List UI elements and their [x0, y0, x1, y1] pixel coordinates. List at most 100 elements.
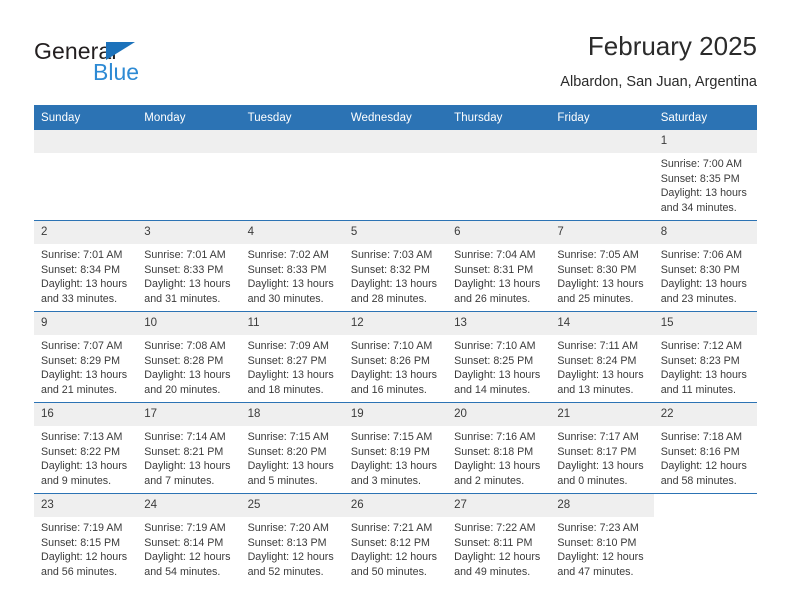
day-number: [550, 130, 654, 153]
day-cell-inner: 20 Sunrise: 7:16 AM Sunset: 8:18 PM Dayligh…: [447, 403, 551, 493]
daylight-duration-line1: Daylight: 13 hours: [41, 460, 128, 473]
day-cell-inner: 13 Sunrise: 7:10 AM Sunset: 8:25 PM Dayligh…: [447, 312, 551, 402]
sunrise-time: Sunrise: 7:10 AM: [454, 340, 536, 352]
calendar-page: General Blue February 2025 Albardon, San…: [0, 0, 792, 612]
calendar-day-cell[interactable]: 27 Sunrise: 7:22 AM Sunset: 8:11 PM Dayligh…: [447, 493, 551, 584]
daylight-duration-line1: Daylight: 12 hours: [350, 551, 437, 564]
sunrise-time: Sunrise: 7:05 AM: [557, 249, 639, 261]
day-cell-inner: 11 Sunrise: 7:09 AM Sunset: 8:27 PM Dayligh…: [240, 312, 344, 402]
sunset-time: Sunset: 8:22 PM: [41, 445, 121, 458]
calendar-day-cell[interactable]: 24 Sunrise: 7:19 AM Sunset: 8:14 PM Dayligh…: [137, 493, 241, 584]
calendar-day-cell[interactable]: 22 Sunrise: 7:18 AM Sunset: 8:16 PM Dayligh…: [653, 402, 757, 494]
day-number: 21: [550, 403, 654, 426]
calendar-day-cell[interactable]: 1 Sunrise: 7:00 AM Sunset: 8:35 PM Daylight…: [653, 130, 757, 221]
day-sun-info: Sunrise: 7:21 AM Sunset: 8:12 PM Daylight:…: [344, 517, 447, 579]
day-number: 10: [137, 312, 241, 335]
calendar-day-cell[interactable]: 13 Sunrise: 7:10 AM Sunset: 8:25 PM Dayligh…: [447, 311, 551, 403]
day-number: 12: [343, 312, 448, 335]
sunrise-time: Sunrise: 7:20 AM: [247, 522, 329, 534]
calendar-day-cell[interactable]: 9 Sunrise: 7:07 AM Sunset: 8:29 PM Daylight…: [34, 311, 138, 403]
calendar-day-cell[interactable]: 21 Sunrise: 7:17 AM Sunset: 8:17 PM Dayligh…: [550, 402, 654, 494]
calendar-day-cell[interactable]: 4 Sunrise: 7:02 AM Sunset: 8:33 PM Daylight…: [240, 220, 344, 312]
day-number: 27: [447, 494, 551, 517]
day-number: 23: [34, 494, 138, 517]
calendar-day-cell[interactable]: 18 Sunrise: 7:15 AM Sunset: 8:20 PM Dayligh…: [240, 402, 344, 494]
calendar-header-row: Sunday Monday Tuesday Wednesday Thursday…: [34, 105, 757, 130]
calendar-day-cell: [653, 493, 757, 584]
calendar-table: Sunday Monday Tuesday Wednesday Thursday…: [34, 105, 757, 584]
calendar-day-cell[interactable]: 3 Sunrise: 7:01 AM Sunset: 8:33 PM Daylight…: [137, 220, 241, 312]
calendar-day-cell[interactable]: 20 Sunrise: 7:16 AM Sunset: 8:18 PM Dayligh…: [447, 402, 551, 494]
day-cell-inner: 10 Sunrise: 7:08 AM Sunset: 8:28 PM Dayligh…: [137, 312, 241, 402]
sunset-time: Sunset: 8:30 PM: [660, 263, 740, 276]
sunrise-time: Sunrise: 7:23 AM: [557, 522, 639, 534]
daylight-duration-line2: and 14 minutes.: [454, 383, 531, 396]
calendar-day-cell[interactable]: 6 Sunrise: 7:04 AM Sunset: 8:31 PM Daylight…: [447, 220, 551, 312]
day-cell-inner: 18 Sunrise: 7:15 AM Sunset: 8:20 PM Dayligh…: [240, 403, 344, 493]
day-sun-info: Sunrise: 7:05 AM Sunset: 8:30 PM Daylight:…: [550, 244, 653, 306]
calendar-day-cell[interactable]: 19 Sunrise: 7:15 AM Sunset: 8:19 PM Dayligh…: [343, 402, 448, 494]
calendar-day-cell[interactable]: 17 Sunrise: 7:14 AM Sunset: 8:21 PM Dayligh…: [137, 402, 241, 494]
daylight-duration-line2: and 2 minutes.: [454, 474, 525, 487]
day-cell-inner: 8 Sunrise: 7:06 AM Sunset: 8:30 PM Daylight…: [653, 221, 757, 311]
daylight-duration-line2: and 33 minutes.: [41, 292, 118, 305]
day-number: [447, 130, 551, 153]
day-number: 19: [343, 403, 448, 426]
calendar-day-cell: [550, 130, 654, 221]
day-sun-info: Sunrise: 7:04 AM Sunset: 8:31 PM Daylight:…: [447, 244, 550, 306]
calendar-day-cell: [343, 130, 448, 221]
calendar-day-cell[interactable]: 14 Sunrise: 7:11 AM Sunset: 8:24 PM Dayligh…: [550, 311, 654, 403]
calendar-day-cell: [34, 130, 138, 221]
calendar-day-cell[interactable]: 2 Sunrise: 7:01 AM Sunset: 8:34 PM Daylight…: [34, 220, 138, 312]
day-cell-inner: [240, 130, 344, 220]
sunrise-time: Sunrise: 7:15 AM: [247, 431, 329, 443]
day-number: 18: [240, 403, 344, 426]
logo-text-blue: Blue: [93, 59, 140, 85]
daylight-duration-line1: Daylight: 13 hours: [350, 369, 437, 382]
day-sun-info: Sunrise: 7:18 AM Sunset: 8:16 PM Daylight:…: [654, 426, 757, 488]
sunset-time: Sunset: 8:29 PM: [41, 354, 121, 367]
daylight-duration-line1: Daylight: 13 hours: [557, 460, 644, 473]
page-header: General Blue February 2025 Albardon, San…: [34, 30, 757, 100]
sunrise-time: Sunrise: 7:16 AM: [454, 431, 536, 443]
calendar-day-cell[interactable]: 7 Sunrise: 7:05 AM Sunset: 8:30 PM Daylight…: [550, 220, 654, 312]
sunset-time: Sunset: 8:24 PM: [557, 354, 637, 367]
day-number: 1: [653, 130, 757, 153]
day-sun-info: Sunrise: 7:01 AM Sunset: 8:33 PM Daylight:…: [137, 244, 240, 306]
day-sun-info: Sunrise: 7:22 AM Sunset: 8:11 PM Daylight:…: [447, 517, 550, 579]
day-number: [34, 130, 138, 153]
calendar-day-cell[interactable]: 23 Sunrise: 7:19 AM Sunset: 8:15 PM Dayligh…: [34, 493, 138, 584]
calendar-day-cell[interactable]: 26 Sunrise: 7:21 AM Sunset: 8:12 PM Dayligh…: [343, 493, 448, 584]
calendar-day-cell[interactable]: 8 Sunrise: 7:06 AM Sunset: 8:30 PM Daylight…: [653, 220, 757, 312]
day-cell-inner: 22 Sunrise: 7:18 AM Sunset: 8:16 PM Dayligh…: [653, 403, 757, 493]
day-sun-info: Sunrise: 7:07 AM Sunset: 8:29 PM Daylight:…: [34, 335, 137, 397]
calendar-day-cell[interactable]: 16 Sunrise: 7:13 AM Sunset: 8:22 PM Dayligh…: [34, 402, 138, 494]
day-number: [343, 130, 448, 153]
day-sun-info: Sunrise: 7:20 AM Sunset: 8:13 PM Daylight:…: [241, 517, 344, 579]
daylight-duration-line2: and 54 minutes.: [144, 565, 221, 578]
calendar-day-cell[interactable]: 28 Sunrise: 7:23 AM Sunset: 8:10 PM Dayligh…: [550, 493, 654, 584]
calendar-day-cell[interactable]: 5 Sunrise: 7:03 AM Sunset: 8:32 PM Daylight…: [343, 220, 448, 312]
daylight-duration-line1: Daylight: 13 hours: [557, 369, 644, 382]
sunrise-time: Sunrise: 7:22 AM: [454, 522, 536, 534]
day-number: [653, 494, 757, 517]
calendar-day-cell[interactable]: 11 Sunrise: 7:09 AM Sunset: 8:27 PM Dayligh…: [240, 311, 344, 403]
calendar-day-cell[interactable]: 12 Sunrise: 7:10 AM Sunset: 8:26 PM Dayligh…: [343, 311, 448, 403]
sunrise-time: Sunrise: 7:14 AM: [144, 431, 226, 443]
day-cell-inner: 27 Sunrise: 7:22 AM Sunset: 8:11 PM Dayligh…: [447, 494, 551, 584]
calendar-day-cell[interactable]: 15 Sunrise: 7:12 AM Sunset: 8:23 PM Dayligh…: [653, 311, 757, 403]
calendar-day-cell[interactable]: 25 Sunrise: 7:20 AM Sunset: 8:13 PM Dayligh…: [240, 493, 344, 584]
day-sun-info: Sunrise: 7:23 AM Sunset: 8:10 PM Daylight:…: [550, 517, 653, 579]
day-cell-inner: 4 Sunrise: 7:02 AM Sunset: 8:33 PM Daylight…: [240, 221, 344, 311]
sunset-time: Sunset: 8:30 PM: [557, 263, 637, 276]
page-subtitle: Albardon, San Juan, Argentina: [560, 74, 757, 90]
day-sun-info: Sunrise: 7:09 AM Sunset: 8:27 PM Daylight:…: [241, 335, 344, 397]
weekday-header-wednesday: Wednesday: [343, 105, 448, 130]
day-number: [240, 130, 344, 153]
daylight-duration-line1: Daylight: 13 hours: [144, 369, 231, 382]
calendar-day-cell[interactable]: 10 Sunrise: 7:08 AM Sunset: 8:28 PM Dayligh…: [137, 311, 241, 403]
daylight-duration-line1: Daylight: 13 hours: [660, 278, 747, 291]
sunset-time: Sunset: 8:16 PM: [660, 445, 740, 458]
daylight-duration-line1: Daylight: 13 hours: [454, 278, 541, 291]
day-cell-inner: [137, 130, 241, 220]
